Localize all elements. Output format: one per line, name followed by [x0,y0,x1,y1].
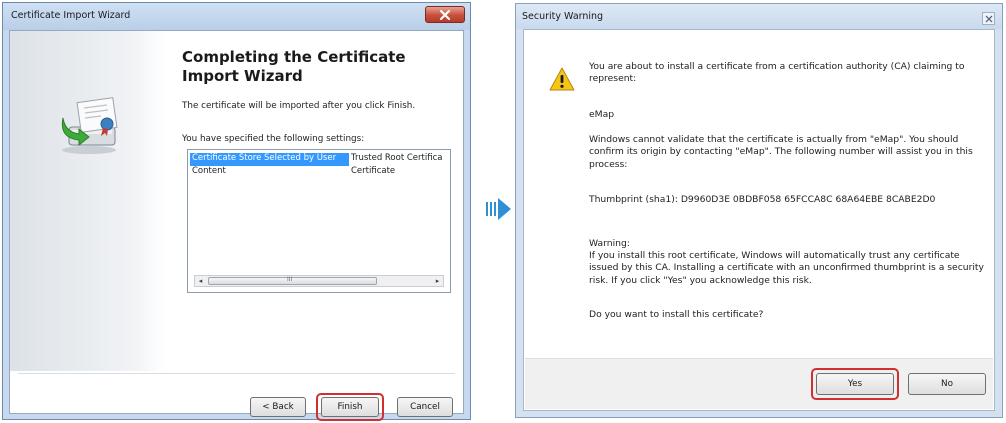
finish-button[interactable]: Finish [321,397,379,417]
close-icon [985,15,993,23]
scrollbar-grip: III [287,276,293,283]
scrollbar-thumb[interactable]: III [208,276,377,285]
security-warning-titlebar[interactable]: Security Warning [516,4,1002,29]
warning-text: If you install this root certificate, Wi… [589,250,984,286]
warning-label: Warning: [589,238,630,249]
wizard-content: Completing the Certificate Import Wizard… [9,30,464,421]
setting-name: Content [192,166,226,176]
setting-value: Certificate [351,166,396,176]
settings-list[interactable]: Certificate Store Selected by User Trust… [187,149,451,293]
yes-button[interactable]: Yes [816,373,894,395]
certificate-import-wizard-window: Certificate Import Wizard Completing the [2,2,471,421]
horizontal-scrollbar[interactable]: ◂ III ▸ [194,275,444,287]
certificate-import-icon [61,97,118,154]
security-warning-footer: Yes No [525,358,993,409]
install-question: Do you want to install this certificate? [589,309,764,320]
intro-text: You are about to install a certificate f… [589,61,965,85]
settings-label: You have specified the following setting… [182,134,365,144]
setting-value: Trusted Root Certifica [351,153,443,163]
ca-name: eMap [589,109,615,120]
cancel-button[interactable]: Cancel [397,397,453,417]
wizard-divider [18,373,455,374]
right-arrow-icon [486,198,511,220]
back-button[interactable]: < Back [250,397,306,417]
scroll-left-icon[interactable]: ◂ [196,277,205,285]
wizard-close-button[interactable] [425,6,465,23]
validation-note: Windows cannot validate that the certifi… [589,134,973,170]
security-warning-content: You are about to install a certificate f… [523,29,995,411]
thumbprint-label: Thumbprint (sha1): [589,194,678,205]
setting-name: Certificate Store Selected by User [190,153,349,166]
warning-icon [549,67,575,91]
thumbprint: Thumbprint (sha1): D9960D3E 0BDBF058 65F… [589,194,984,206]
security-warning-close-button[interactable] [982,12,995,25]
wizard-titlebar[interactable]: Certificate Import Wizard [3,3,470,30]
wizard-title: Certificate Import Wizard [11,10,131,21]
security-warning-title: Security Warning [522,11,604,22]
security-warning-window: Security Warning You are about to instal… [515,3,1003,418]
wizard-heading: Completing the Certificate Import Wizard [182,48,406,85]
thumbprint-value: D9960D3E 0BDBF058 65FCCA8C 68A64EBE 8CAB… [680,194,936,205]
close-icon [439,10,451,20]
wizard-side-panel [10,31,165,371]
scroll-right-icon[interactable]: ▸ [433,277,442,285]
wizard-description: The certificate will be imported after y… [182,101,416,111]
no-button[interactable]: No [908,373,986,395]
